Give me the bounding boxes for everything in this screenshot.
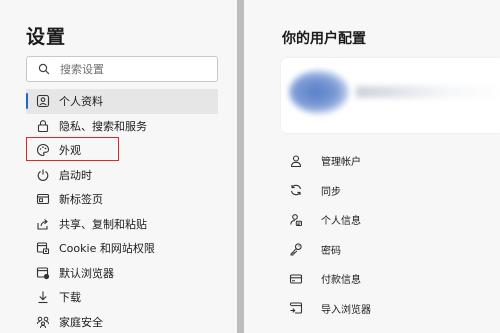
menu-item-label: 密码 bbox=[321, 245, 341, 257]
power-icon bbox=[35, 167, 51, 183]
search-icon bbox=[38, 63, 50, 75]
family-icon bbox=[35, 314, 51, 330]
menu-item-label: 个人信息 bbox=[321, 216, 361, 228]
nav-item-label: Cookie 和网站权限 bbox=[59, 242, 155, 256]
menu-item-import[interactable]: 导入浏览器 bbox=[288, 294, 500, 324]
nav-item-family-safety[interactable]: 家庭安全 bbox=[26, 310, 218, 333]
highlight-box bbox=[26, 137, 119, 161]
profile-icon bbox=[35, 93, 51, 109]
menu-item-sync[interactable]: 同步 bbox=[288, 176, 500, 206]
personal-info-icon bbox=[288, 212, 304, 228]
menu-item-manage-account[interactable]: 管理帐户 bbox=[288, 146, 500, 176]
nav-item-profile[interactable]: 个人资料 bbox=[26, 89, 218, 114]
sync-icon bbox=[288, 182, 304, 198]
nav-item-label: 隐私、搜索和服务 bbox=[59, 119, 147, 133]
nav-item-label: 共享、复制和粘贴 bbox=[59, 217, 147, 231]
default-browser-icon bbox=[35, 265, 51, 281]
menu-item-label: 管理帐户 bbox=[321, 157, 361, 169]
menu-item-label: 导入浏览器 bbox=[321, 304, 371, 316]
settings-nav: 个人资料 隐私、搜索和服务 外观 启动时 新标签页 共享、复制和粘贴 Cooki… bbox=[26, 89, 218, 333]
nav-item-label: 下载 bbox=[59, 291, 81, 305]
nav-item-label: 家庭安全 bbox=[59, 315, 103, 329]
settings-title: 设置 bbox=[26, 26, 67, 48]
nav-item-privacy[interactable]: 隐私、搜索和服务 bbox=[26, 114, 218, 139]
menu-item-payment[interactable]: 付款信息 bbox=[288, 264, 500, 294]
nav-item-label: 默认浏览器 bbox=[59, 266, 114, 280]
menu-item-label: 同步 bbox=[321, 186, 341, 198]
share-icon bbox=[35, 216, 51, 232]
menu-item-passwords[interactable]: 密码 bbox=[288, 235, 500, 265]
nav-item-label: 启动时 bbox=[59, 168, 92, 182]
profile-pane: 你的用户配置 管理帐户 同步 个人信息 密码 付款信息 导入浏览器 bbox=[244, 0, 500, 333]
nav-item-downloads[interactable]: 下载 bbox=[26, 285, 218, 310]
nav-item-label: 新标签页 bbox=[59, 193, 103, 207]
profile-name-redacted bbox=[356, 86, 500, 98]
page-title: 你的用户配置 bbox=[282, 31, 366, 47]
nav-item-label: 个人资料 bbox=[59, 95, 103, 109]
profile-menu: 管理帐户 同步 个人信息 密码 付款信息 导入浏览器 bbox=[288, 146, 500, 323]
person-icon bbox=[288, 153, 304, 169]
menu-item-label: 付款信息 bbox=[321, 275, 361, 287]
nav-item-default-browser[interactable]: 默认浏览器 bbox=[26, 261, 218, 286]
nav-item-share[interactable]: 共享、复制和粘贴 bbox=[26, 212, 218, 237]
menu-item-personal-info[interactable]: 个人信息 bbox=[288, 205, 500, 235]
lock-icon bbox=[35, 118, 51, 134]
download-icon bbox=[35, 289, 51, 305]
nav-item-cookies[interactable]: Cookie 和网站权限 bbox=[26, 236, 218, 261]
site-permissions-icon bbox=[35, 240, 51, 256]
avatar bbox=[289, 70, 349, 114]
profile-card[interactable] bbox=[281, 58, 500, 133]
nav-item-new-tab[interactable]: 新标签页 bbox=[26, 187, 218, 212]
key-icon bbox=[288, 241, 304, 257]
import-icon bbox=[288, 300, 304, 316]
search-input[interactable] bbox=[60, 62, 200, 76]
settings-sidebar: 设置 个人资料 隐私、搜索和服务 外观 启动时 新标签页 共享、复制和粘贴 bbox=[0, 0, 237, 333]
search-box[interactable] bbox=[26, 56, 218, 82]
card-icon bbox=[288, 271, 304, 287]
new-tab-icon bbox=[35, 191, 51, 207]
pane-divider[interactable] bbox=[237, 0, 244, 333]
nav-item-startup[interactable]: 启动时 bbox=[26, 163, 218, 188]
